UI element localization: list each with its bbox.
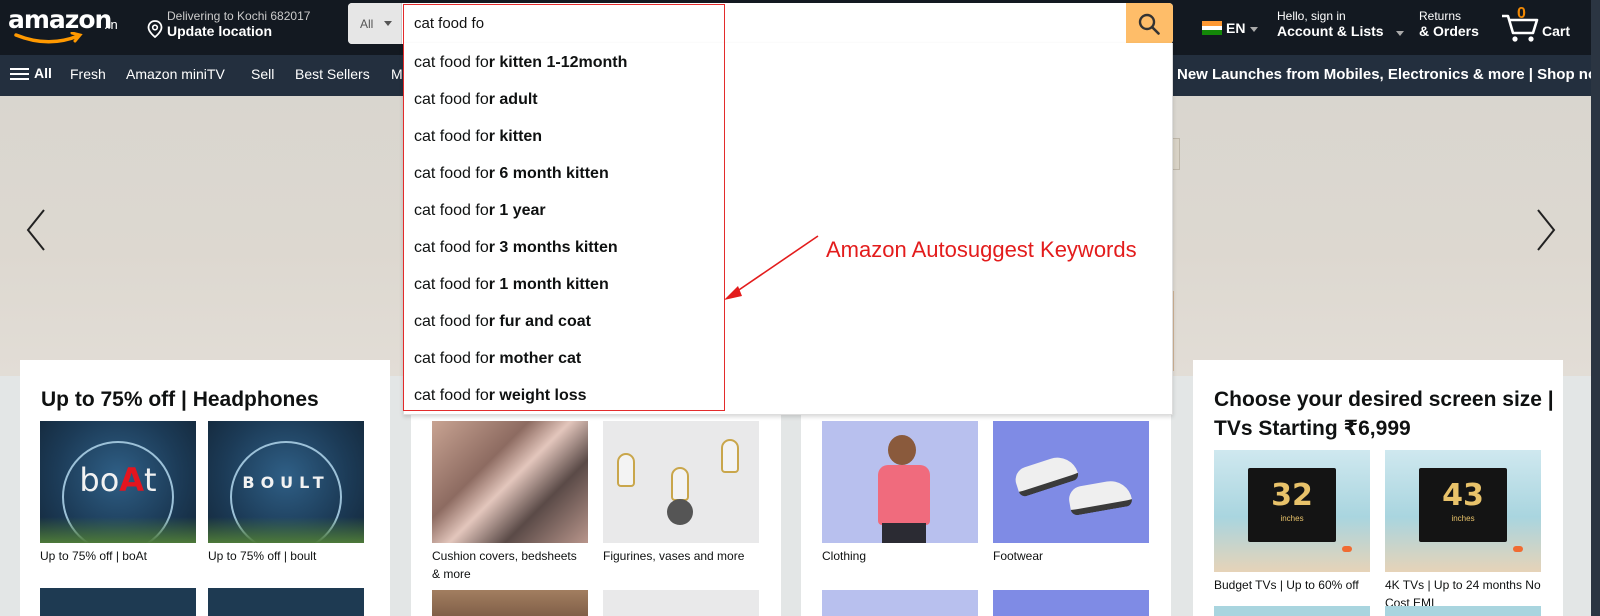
india-flag-icon xyxy=(1202,21,1222,35)
suggestion-item[interactable]: cat food for adult xyxy=(414,81,538,118)
suggestion-completion: r mother cat xyxy=(488,350,582,367)
suggestion-completion: r kitten xyxy=(488,128,543,145)
suggestion-completion: r 6 month kitten xyxy=(488,165,609,182)
annotation-label: Amazon Autosuggest Keywords xyxy=(826,237,1137,262)
suggestion-prefix: cat food fo xyxy=(414,165,489,182)
nav-item-best-sellers[interactable]: Best Sellers xyxy=(295,66,370,82)
nav-item-truncated[interactable]: M xyxy=(391,66,403,82)
chevron-down-icon xyxy=(1396,31,1404,36)
hamburger-icon xyxy=(10,67,30,81)
smile-arrow-icon xyxy=(14,32,83,44)
suggestion-completion: r weight loss xyxy=(488,387,587,404)
suggestion-completion: r 3 months kitten xyxy=(488,239,618,256)
update-location-label: Update location xyxy=(167,23,273,39)
nav-promo-link[interactable]: New Launches from Mobiles, Electronics &… xyxy=(1177,66,1600,83)
suggestion-item[interactable]: cat food for 3 months kitten xyxy=(414,229,618,266)
amazon-logo[interactable]: amazon .in xyxy=(6,5,130,49)
search-category-label: All xyxy=(360,17,374,31)
suggestion-prefix: cat food fo xyxy=(414,313,489,330)
suggestion-prefix: cat food fo xyxy=(414,54,489,71)
search-button[interactable] xyxy=(1126,3,1173,44)
nav-item-sell[interactable]: Sell xyxy=(251,66,274,82)
annotation-arrow-icon xyxy=(724,235,819,300)
search-bar: All xyxy=(348,3,1173,44)
suggestion-completion: r 1 year xyxy=(488,202,546,219)
suggestion-prefix: cat food fo xyxy=(414,239,489,256)
search-category-dropdown[interactable]: All xyxy=(348,3,402,44)
delivery-location[interactable]: Delivering to Kochi 682017 Update locati… xyxy=(145,8,330,46)
suggestion-item[interactable]: cat food for kitten xyxy=(414,118,542,155)
language-selector[interactable]: EN xyxy=(1202,17,1262,39)
search-icon xyxy=(1138,13,1160,35)
language-label: EN xyxy=(1226,20,1246,36)
greeting-label: Hello, sign in xyxy=(1277,9,1346,23)
returns-orders[interactable]: Returns & Orders xyxy=(1419,8,1494,46)
suggestion-item[interactable]: cat food for 6 month kitten xyxy=(414,155,609,192)
logo-tld: .in xyxy=(104,17,118,32)
chevron-down-icon xyxy=(384,21,392,26)
cart-count: 0 xyxy=(1517,5,1526,22)
nav-item-minitv[interactable]: Amazon miniTV xyxy=(126,66,225,82)
suggestion-item[interactable]: cat food for fur and coat xyxy=(414,303,591,340)
suggestion-completion: r adult xyxy=(488,91,538,108)
suggestion-completion: r fur and coat xyxy=(488,313,591,330)
delivery-line: Delivering to Kochi 682017 xyxy=(167,9,311,23)
suggestion-item[interactable]: cat food for kitten 1-12month xyxy=(414,44,627,81)
logo-wordmark: amazon xyxy=(8,5,112,34)
all-menu-button[interactable]: All xyxy=(10,65,52,81)
search-input[interactable] xyxy=(403,3,1115,44)
search-suggestions-dropdown: cat food for kitten 1-12month cat food f… xyxy=(403,43,1173,415)
suggestion-prefix: cat food fo xyxy=(414,202,489,219)
cart-label: Cart xyxy=(1542,23,1571,39)
suggestion-prefix: cat food fo xyxy=(414,276,489,293)
account-menu[interactable]: Hello, sign in Account & Lists xyxy=(1277,8,1407,46)
page-scrollbar[interactable] xyxy=(1591,0,1600,616)
cart-button[interactable]: 0 Cart xyxy=(1500,5,1595,47)
suggestion-completion: r 1 month kitten xyxy=(488,276,609,293)
nav-item-fresh[interactable]: Fresh xyxy=(70,66,106,82)
suggestion-completion: r kitten 1-12month xyxy=(488,54,628,71)
location-pin-icon xyxy=(147,20,163,38)
suggestion-item[interactable]: cat food for 1 month kitten xyxy=(414,266,609,303)
all-menu-label: All xyxy=(34,65,52,81)
returns-label: Returns xyxy=(1419,9,1462,23)
suggestion-item[interactable]: cat food for 1 year xyxy=(414,192,546,229)
suggestion-prefix: cat food fo xyxy=(414,387,489,404)
account-lists-label: Account & Lists xyxy=(1277,23,1384,39)
suggestion-item[interactable]: cat food for mother cat xyxy=(414,340,581,377)
chevron-down-icon xyxy=(1250,27,1258,32)
orders-label: & Orders xyxy=(1419,23,1479,39)
suggestion-prefix: cat food fo xyxy=(414,91,489,108)
suggestion-item[interactable]: cat food for weight loss xyxy=(414,377,587,414)
suggestion-prefix: cat food fo xyxy=(414,350,489,367)
suggestion-prefix: cat food fo xyxy=(414,128,489,145)
